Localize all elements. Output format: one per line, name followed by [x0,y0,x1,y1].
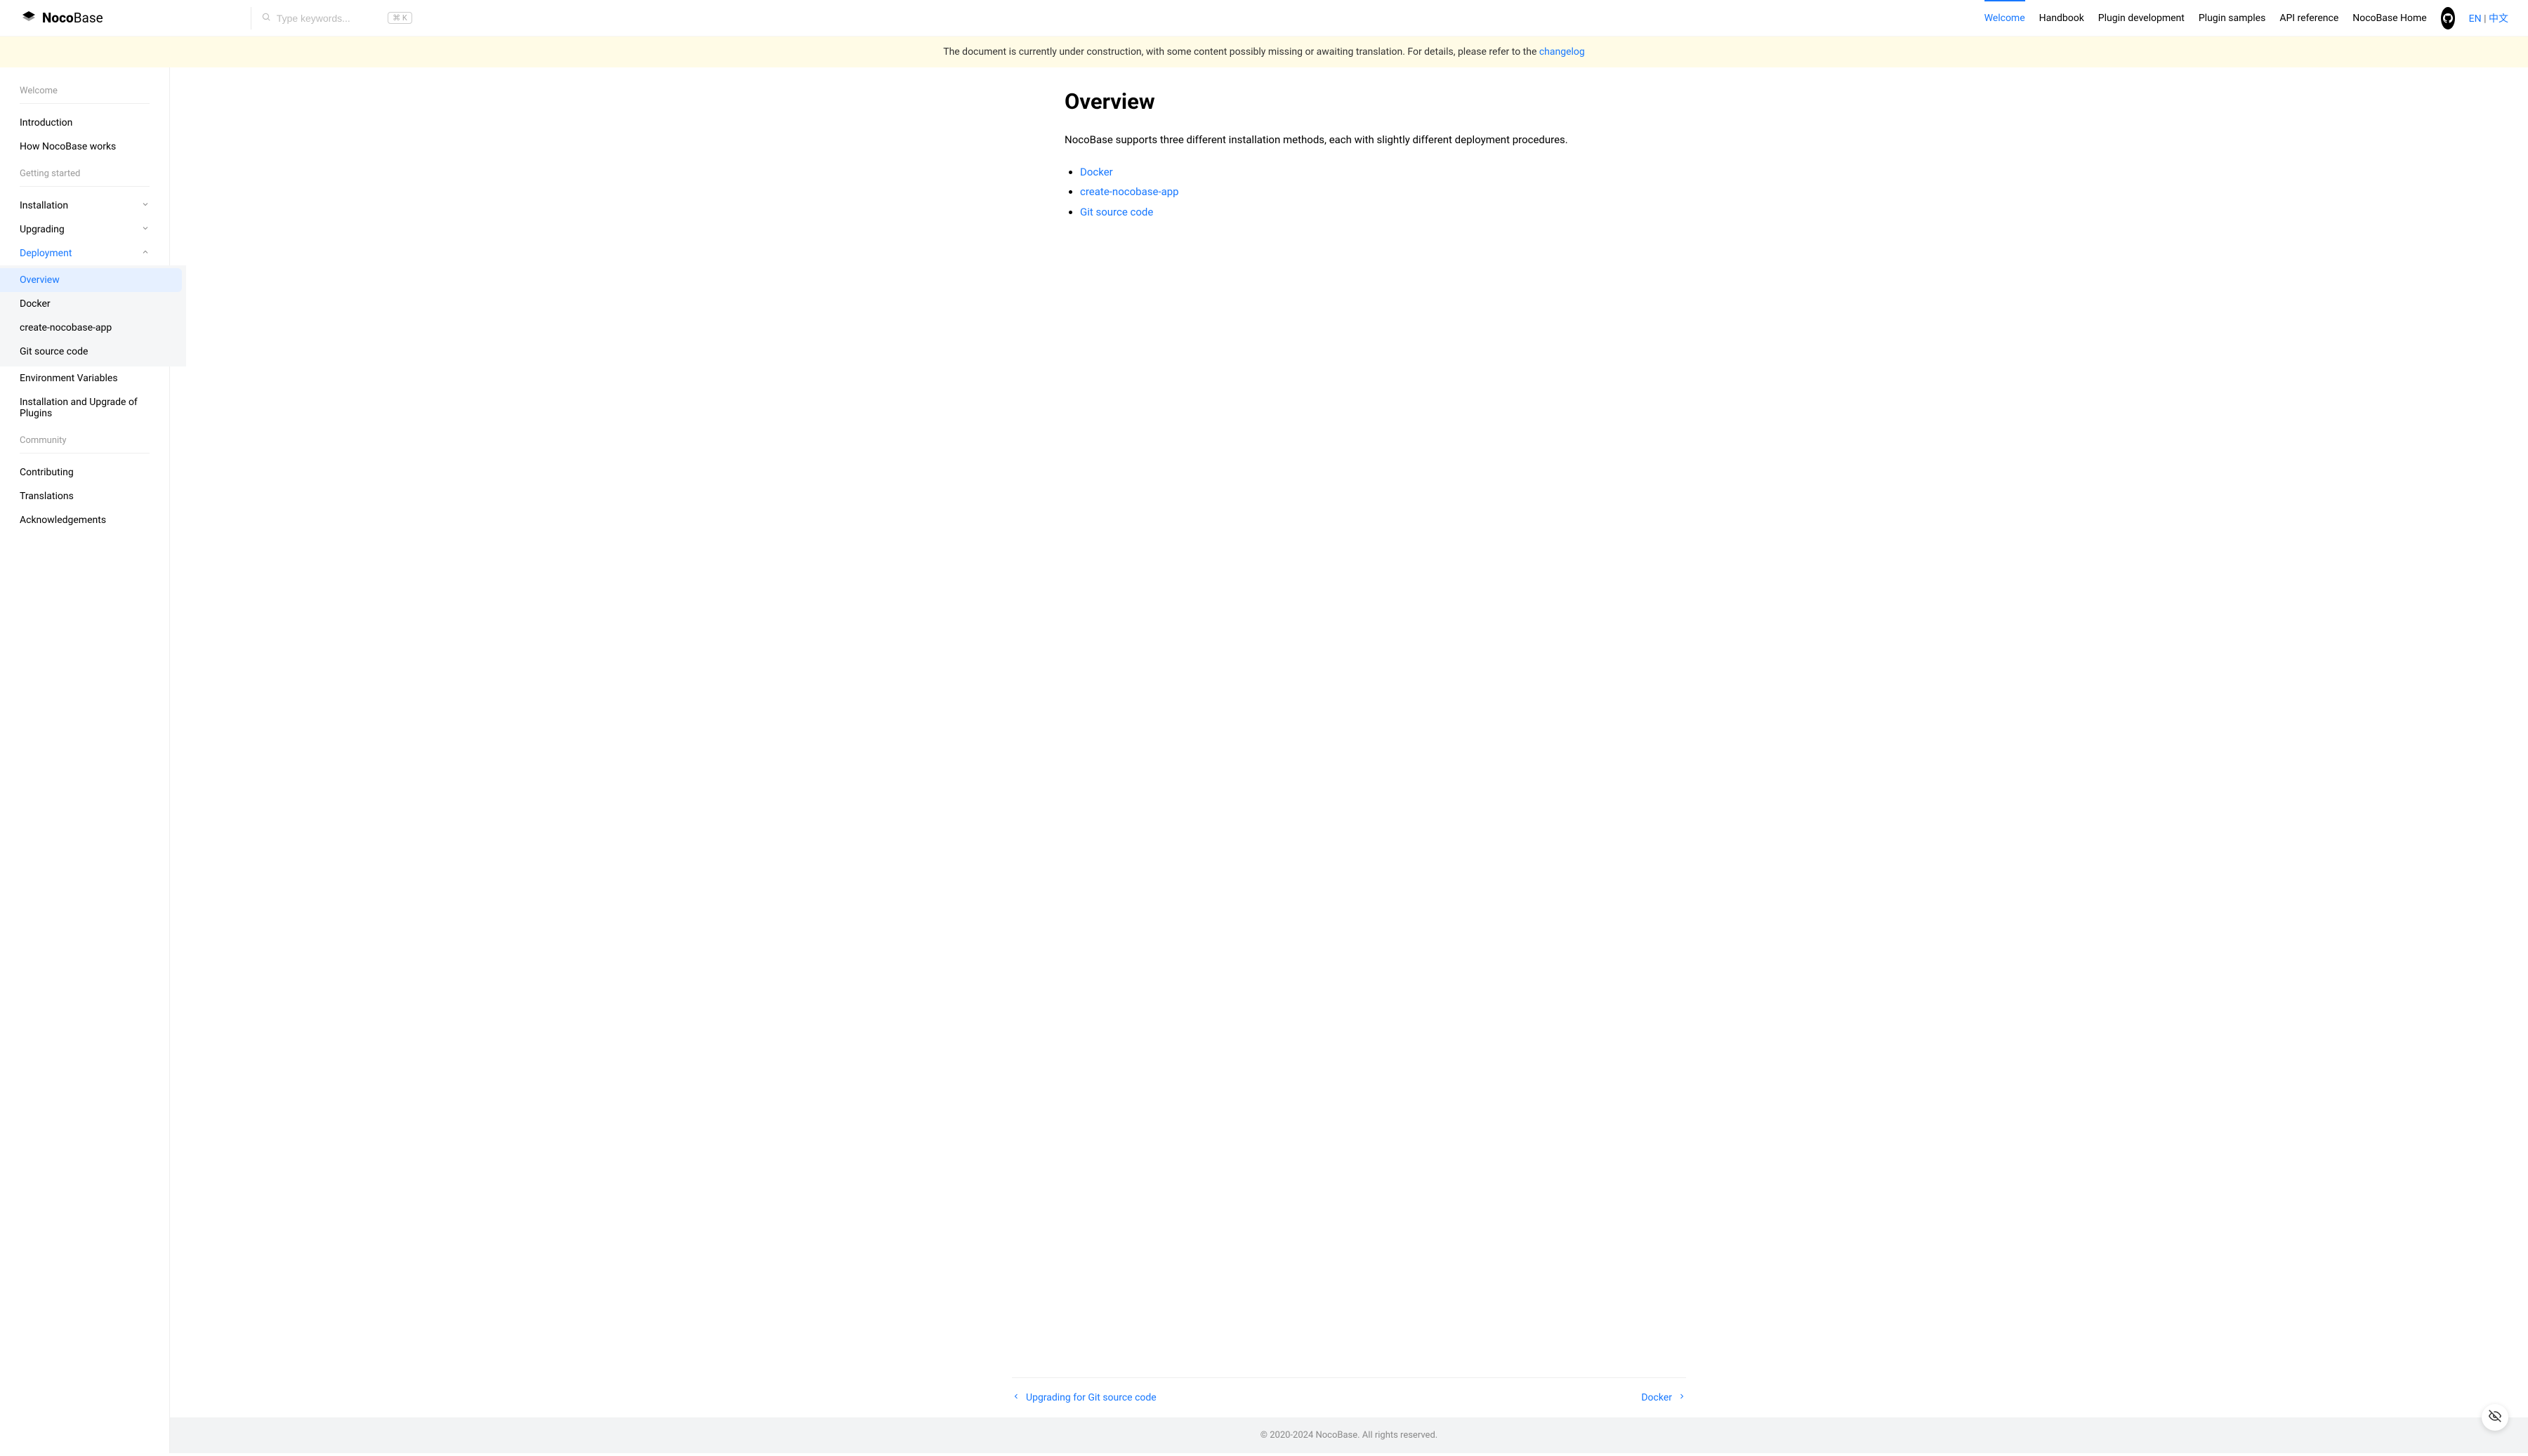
layout: Welcome Introduction How NocoBase works … [0,67,2528,1453]
nav-nocobase-home[interactable]: NocoBase Home [2352,1,2426,35]
notice-banner: The document is currently under construc… [0,37,2528,67]
sidebar-sub-create-app[interactable]: create-nocobase-app [0,316,186,340]
sidebar-item-installation[interactable]: Installation [20,194,150,218]
sidebar-section-community: Community [20,425,150,454]
chevron-left-icon [1012,1392,1020,1403]
sidebar-item-acknowledgements[interactable]: Acknowledgements [20,508,150,532]
banner-text: The document is currently under construc… [943,46,1539,58]
pager-prev[interactable]: Upgrading for Git source code [1012,1392,1157,1403]
logo-icon [20,9,38,27]
lang-zh[interactable]: 中文 [2489,13,2508,25]
pager: Upgrading for Git source code Docker [1012,1377,1686,1417]
lang-sep: | [2482,13,2489,25]
chevron-down-icon [141,224,150,235]
banner-link[interactable]: changelog [1539,46,1585,58]
language-switch[interactable]: EN | 中文 [2469,11,2508,25]
nav-api-reference[interactable]: API reference [2279,1,2338,35]
chevron-right-icon [1678,1392,1686,1403]
lang-en[interactable]: EN [2469,13,2482,25]
sidebar-item-env-vars[interactable]: Environment Variables [20,366,150,390]
pager-prev-label: Upgrading for Git source code [1026,1392,1157,1403]
search[interactable]: ⌘ K [251,7,412,29]
sidebar-item-contributing[interactable]: Contributing [20,461,150,484]
sidebar-item-upgrading[interactable]: Upgrading [20,218,150,241]
nav-handbook[interactable]: Handbook [2039,1,2084,35]
link-docker[interactable]: Docker [1080,166,1113,178]
github-icon[interactable] [2441,7,2455,29]
sidebar-item-translations[interactable]: Translations [20,484,150,508]
logo[interactable]: NocoBase [20,9,103,27]
page-title: Overview [1065,88,1633,114]
header: NocoBase ⌘ K Welcome Handbook Plugin dev… [0,0,2528,37]
link-create-app[interactable]: create-nocobase-app [1080,185,1179,198]
main: Overview NocoBase supports three differe… [170,67,2528,1453]
top-nav: Welcome Handbook Plugin development Plug… [1984,1,2508,35]
footer-text: © 2020-2024 NocoBase. All rights reserve… [1260,1430,1437,1441]
nav-welcome[interactable]: Welcome [1984,1,2025,35]
sidebar-item-how-works[interactable]: How NocoBase works [20,135,150,159]
logo-text-bold: Noco [42,10,74,26]
pager-next-label: Docker [1641,1392,1672,1403]
page-intro: NocoBase supports three different instal… [1065,131,1633,150]
content: Overview NocoBase supports three differe… [1044,67,1654,1377]
sidebar-sub-overview[interactable]: Overview [0,268,182,292]
sidebar-sub-docker[interactable]: Docker [0,292,186,316]
sidebar-item-deployment[interactable]: Deployment [20,241,150,265]
search-kbd: ⌘ K [388,12,412,24]
chevron-down-icon [141,200,150,211]
footer: © 2020-2024 NocoBase. All rights reserve… [170,1417,2528,1453]
nav-plugin-samples[interactable]: Plugin samples [2199,1,2265,35]
eye-off-icon [2489,1410,2501,1425]
chevron-up-icon [141,248,150,259]
install-methods-list: Docker create-nocobase-app Git source co… [1065,162,1633,223]
pager-next[interactable]: Docker [1641,1392,1686,1403]
sidebar: Welcome Introduction How NocoBase works … [0,67,170,1453]
link-git-source[interactable]: Git source code [1080,206,1153,218]
sidebar-section-getting-started: Getting started [20,159,150,187]
logo-text-light: Base [74,10,103,26]
nav-plugin-development[interactable]: Plugin development [2098,1,2185,35]
sidebar-section-welcome: Welcome [20,76,150,104]
sidebar-item-plugins-install[interactable]: Installation and Upgrade of Plugins [20,390,150,425]
toggle-visibility-button[interactable] [2482,1404,2508,1431]
sidebar-subgroup-deployment: Overview Docker create-nocobase-app Git … [0,265,186,366]
sidebar-sub-git-source[interactable]: Git source code [0,340,186,364]
search-icon [261,11,271,25]
sidebar-item-introduction[interactable]: Introduction [20,111,150,135]
